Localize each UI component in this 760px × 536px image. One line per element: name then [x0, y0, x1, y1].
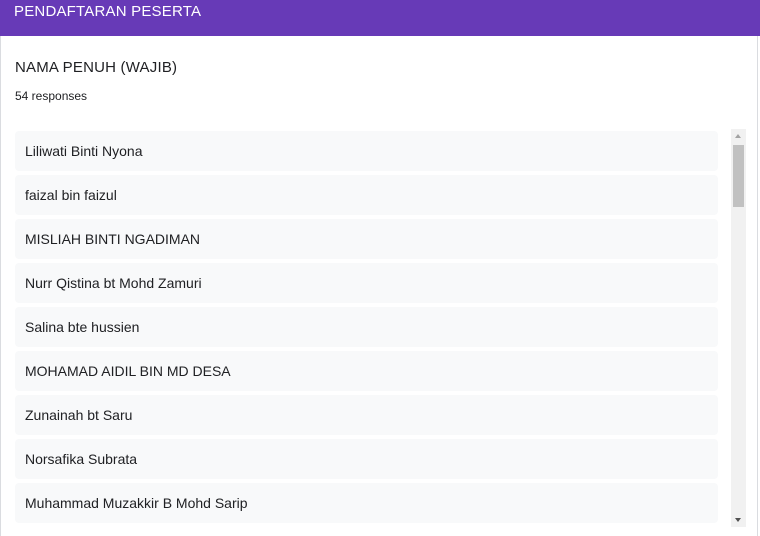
response-count: 54 responses [15, 89, 88, 103]
response-item: Zunainah bt Saru [15, 395, 718, 435]
response-text: faizal bin faizul [25, 187, 117, 203]
response-text: Norsafika Subrata [25, 451, 138, 467]
response-item: Norsafika Subrata [15, 439, 718, 479]
response-item: Muhammad Muzakkir B Mohd Sarip [15, 483, 718, 523]
question-title: NAMA PENUH (WAJIB) [15, 59, 178, 76]
response-text: Zunainah bt Saru [25, 407, 133, 423]
response-text: Salina bte hussien [25, 319, 140, 335]
response-text: Muhammad Muzakkir B Mohd Sarip [25, 495, 248, 511]
response-item: Salina bte hussien [15, 307, 718, 347]
response-item: MOHAMAD AIDIL BIN MD DESA [15, 351, 718, 391]
response-text: MISLIAH BINTI NGADIMAN [25, 231, 201, 247]
response-item: MISLIAH BINTI NGADIMAN [15, 219, 718, 259]
section-header: PENDAFTARAN PESERTA [0, 0, 760, 36]
response-item: faizal bin faizul [15, 175, 718, 215]
response-text: Liliwati Binti Nyona [25, 143, 143, 159]
response-text: MOHAMAD AIDIL BIN MD DESA [25, 363, 231, 379]
scroll-down-arrow-icon[interactable] [731, 513, 746, 527]
response-item: Nurr Qistina bt Mohd Zamuri [15, 263, 718, 303]
response-list[interactable]: Liliwati Binti Nyona faizal bin faizul MIS… [15, 131, 719, 526]
response-item: Liliwati Binti Nyona [15, 131, 718, 171]
section-title: PENDAFTARAN PESERTA [14, 3, 202, 20]
response-text: Nurr Qistina bt Mohd Zamuri [25, 275, 202, 291]
response-list-scrollbar[interactable] [731, 129, 746, 527]
scroll-up-arrow-icon[interactable] [731, 129, 746, 143]
scrollbar-thumb[interactable] [733, 145, 744, 207]
